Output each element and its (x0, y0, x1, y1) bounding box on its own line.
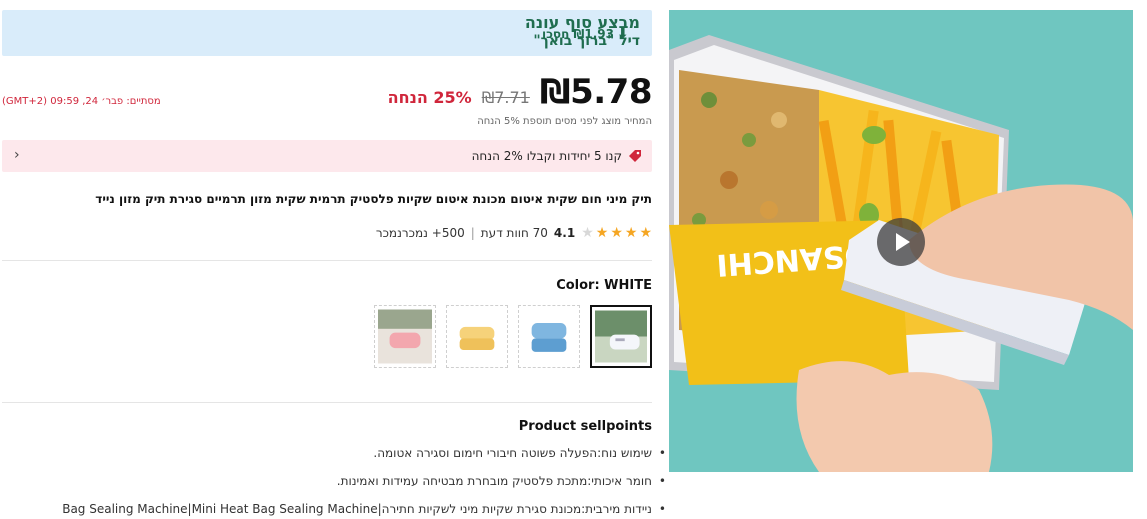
rating-row: ★ ★ ★ ★ ★ 4.1 70 חוות דעת | 500+ נמכרנמכ… (376, 226, 652, 240)
sold-count: 500+ נמכרנמכר (375, 226, 465, 240)
swatch-pink[interactable] (374, 305, 436, 368)
chevron-left-icon[interactable]: › (14, 147, 20, 163)
sellpoints-list: • שימוש נוח:הפעלה פשוטה חיבורי חימום וסגי… (0, 446, 666, 519)
star-empty-icon: ★ (581, 225, 594, 241)
product-info-panel: מבצע סוף עונה דיל "ברוך בואך" ⬇ ₪1.93 חס… (0, 0, 666, 519)
list-item: • שימוש נוח:הפעלה פשוטה חיבורי חימום וסגי… (373, 446, 666, 460)
bundle-offer-text: קנו 5 יחידות וקבלו 2% הנחה (471, 149, 622, 163)
rating-value: 4.1 (553, 226, 576, 240)
list-item: • ניידות מירבית:מכונת סגירת שקיות מיני לש… (62, 502, 666, 516)
swatch-yellow[interactable] (446, 305, 508, 368)
swatch-white[interactable] (590, 305, 652, 368)
swatch-blue-image (522, 309, 576, 364)
star-icon: ★ (610, 225, 623, 241)
savings-text: ₪1.93 חסכו (542, 27, 614, 41)
price-row: ₪5.78 ₪7.71 25% הנחה (387, 72, 653, 112)
sellpoints-title: Product sellpoints (518, 419, 652, 434)
reviews-link[interactable]: 70 חוות דעת (481, 226, 548, 240)
product-media[interactable]: OSANCHI (669, 10, 1133, 472)
divider (2, 402, 652, 403)
savings-badge: ⬇ ₪1.93 חסכו (542, 26, 629, 42)
star-icon: ★ (639, 225, 652, 241)
color-swatches (374, 305, 652, 368)
swatch-blue[interactable] (518, 305, 580, 368)
divider (2, 260, 652, 261)
product-title: תיק מיני חום שקית איטום מכונת איטום שקיו… (95, 192, 652, 206)
bundle-offer-bar[interactable]: קנו 5 יחידות וקבלו 2% הנחה › (2, 140, 652, 172)
color-label: Color: WHITE (556, 278, 652, 293)
arrow-down-icon: ⬇ (616, 26, 629, 42)
divider: | (470, 226, 475, 240)
tax-note: המחיר מוצג לפני מסים תוספת 5% הנחה (477, 116, 652, 127)
swatch-yellow-image (450, 309, 504, 364)
star-icon: ★ (595, 225, 609, 241)
current-price: ₪5.78 (539, 72, 653, 112)
promo-banner: מבצע סוף עונה דיל "ברוך בואך" ⬇ ₪1.93 חס… (2, 10, 652, 56)
star-icon: ★ (624, 225, 638, 241)
sale-timer: מסתיים: פבר׳ 24, 09:59 (GMT+2) (2, 96, 161, 107)
swatch-white-image (595, 310, 647, 363)
tag-icon (629, 150, 641, 162)
swatch-pink-image (378, 309, 432, 364)
rating-stars[interactable]: ★ ★ ★ ★ ★ (581, 226, 652, 240)
original-price: ₪7.71 (481, 88, 530, 107)
play-video-button[interactable] (877, 218, 925, 266)
discount-label: 25% הנחה (387, 88, 472, 107)
list-item: • חומר איכותי:מתכת פלסטיק מובחרת מבטיחה ע… (336, 474, 666, 488)
